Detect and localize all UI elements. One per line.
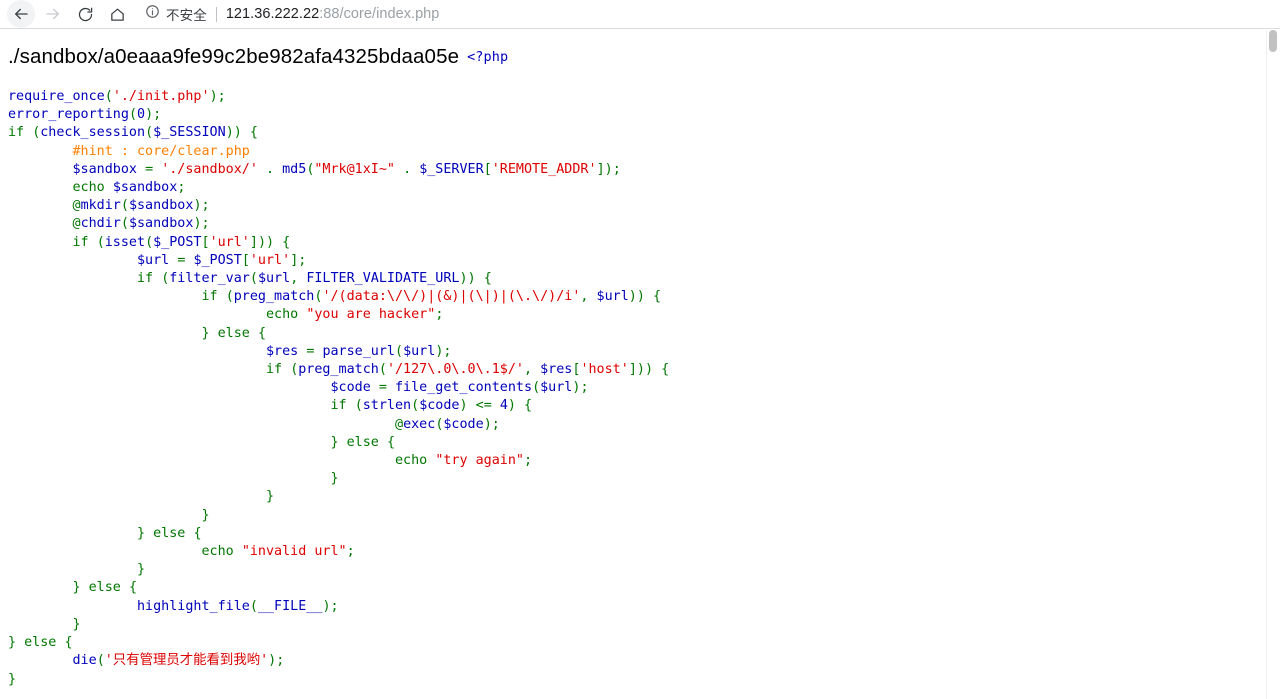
back-button[interactable]	[7, 0, 35, 28]
php-open-tag: <?php	[467, 49, 509, 65]
security-status-label: 不安全	[166, 8, 207, 23]
home-icon	[109, 6, 126, 23]
omnibox-divider	[215, 6, 217, 22]
page-content: ./sandbox/a0eaaa9fe99c2be982afa4325bdaa0…	[0, 30, 1267, 699]
forward-button[interactable]	[39, 0, 67, 28]
security-status-chip[interactable]: 不安全	[145, 4, 207, 24]
arrow-left-icon	[12, 5, 30, 23]
vertical-scrollbar[interactable]	[1266, 30, 1280, 699]
highlighted-source-code: require_once('./init.php'); error_report…	[8, 89, 670, 687]
url-text[interactable]: 121.36.222.22:88/core/index.php	[226, 6, 440, 22]
address-bar[interactable]: 不安全 121.36.222.22:88/core/index.php	[145, 2, 1280, 26]
url-path: :88/core/index.php	[319, 6, 440, 22]
reload-icon	[77, 6, 94, 23]
reload-button[interactable]	[71, 0, 99, 28]
sandbox-path-line: ./sandbox/a0eaaa9fe99c2be982afa4325bdaa0…	[8, 45, 508, 69]
browser-toolbar: 不安全 121.36.222.22:88/core/index.php	[0, 0, 1280, 29]
arrow-right-icon	[44, 5, 62, 23]
scrollbar-thumb[interactable]	[1269, 30, 1277, 52]
url-host: 121.36.222.22	[225, 6, 320, 22]
home-button[interactable]	[103, 0, 131, 28]
info-circle-icon	[145, 4, 160, 24]
sandbox-path-text: ./sandbox/a0eaaa9fe99c2be982afa4325bdaa0…	[8, 45, 460, 68]
